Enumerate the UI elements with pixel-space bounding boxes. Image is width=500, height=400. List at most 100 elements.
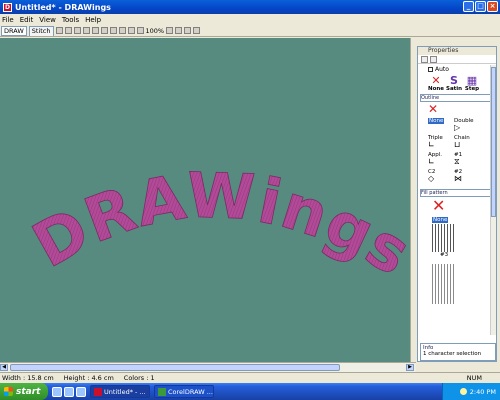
menu-file[interactable]: File: [2, 16, 14, 24]
maximize-button[interactable]: □: [475, 1, 486, 12]
panel-scrollbar[interactable]: [490, 65, 496, 335]
grid-icon[interactable]: [175, 27, 183, 34]
menu-view[interactable]: View: [39, 16, 56, 24]
tab-stitch[interactable]: Stitch: [28, 25, 54, 36]
triple-icon: ∟: [428, 140, 435, 149]
minimize-button[interactable]: _: [463, 1, 474, 12]
rotate-icon[interactable]: [166, 27, 174, 34]
scroll-thumb[interactable]: [10, 364, 340, 371]
vertical-ruler: [410, 38, 416, 362]
undo-icon[interactable]: [82, 27, 90, 34]
window-controls: _ □ ×: [463, 1, 498, 12]
coreldraw-task-icon: [158, 387, 166, 396]
clock[interactable]: 2:40 PM: [470, 388, 496, 396]
show-desktop-icon[interactable]: [52, 386, 62, 397]
taskbar: start Untitled* - ... CorelDRAW ... 2:40…: [0, 383, 500, 400]
outline-1[interactable]: #1 ⧖: [454, 152, 478, 168]
help-icon[interactable]: [193, 27, 201, 34]
taskbar-item-drawings[interactable]: Untitled* - ...: [90, 385, 150, 398]
menu-tools[interactable]: Tools: [62, 16, 79, 24]
stitch-none-button[interactable]: ✕ None: [428, 75, 444, 92]
fill-item-label: #3: [440, 252, 449, 258]
drawings-task-icon: [94, 387, 102, 396]
horizontal-scrollbar[interactable]: ◀ ▶: [0, 362, 416, 372]
status-colors: Colors : 1: [123, 374, 155, 382]
outline-chain[interactable]: Chain ⊔: [454, 135, 478, 151]
option-label: None: [428, 118, 445, 124]
fill-pattern-swatch-2[interactable]: [432, 264, 454, 304]
auto-checkbox[interactable]: [428, 67, 433, 72]
chain-icon: ⊔: [454, 140, 461, 149]
stitch-step-button[interactable]: ▦ Step: [464, 75, 480, 92]
quick-launch: [52, 386, 86, 397]
palette-icon[interactable]: [109, 27, 117, 34]
outline-options: None Double ▷ Triple ∟ Chain ⊔ Appl. ∟ #1 ⧖ C…: [418, 116, 496, 187]
c2-icon: ◇: [428, 174, 435, 183]
embroidery-design: DRAWings: [20, 158, 410, 290]
stitch-label: None: [428, 86, 445, 92]
info-text: 1 character selection: [423, 351, 482, 357]
menu-edit[interactable]: Edit: [20, 16, 34, 24]
window-title: Untitled* - DRAWings: [15, 2, 111, 12]
stitch-satin-button[interactable]: S Satin: [446, 75, 462, 92]
select-icon[interactable]: [100, 27, 108, 34]
outline-c2[interactable]: C2 ◇: [428, 169, 452, 185]
start-button[interactable]: start: [0, 383, 48, 400]
scroll-left-arrow[interactable]: ◀: [0, 364, 8, 371]
status-width: Width : 15.8 cm: [2, 374, 54, 382]
system-tray: 2:40 PM: [442, 383, 500, 400]
outline-section: Outline: [420, 94, 494, 102]
step-icon: ▦: [466, 74, 478, 87]
close-button[interactable]: ×: [487, 1, 498, 12]
fill-pattern-swatch[interactable]: [432, 224, 454, 252]
outline-appl[interactable]: Appl. ∟: [428, 152, 452, 168]
outline-2[interactable]: #2 ⋈: [454, 169, 478, 185]
pattern2-icon: ⋈: [454, 174, 462, 183]
tab-draw[interactable]: DRAW: [1, 25, 27, 36]
tray-icon[interactable]: [459, 388, 467, 395]
applique-icon: ∟: [428, 157, 435, 166]
properties-panel: Properties Auto ✕ None S Satin ▦ Step Ou…: [417, 46, 497, 362]
zoom-level[interactable]: 100%: [146, 27, 165, 35]
design-canvas[interactable]: DRAWings: [0, 38, 410, 362]
satin-icon: S: [450, 74, 458, 87]
panel-tab-objects[interactable]: [430, 56, 437, 63]
taskbar-item-coreldraw[interactable]: CorelDRAW ...: [154, 385, 214, 398]
auto-label: Auto: [435, 66, 449, 73]
redo-icon[interactable]: [91, 27, 99, 34]
hoop-icon[interactable]: [184, 27, 192, 34]
menu-bar: File Edit View Tools Help: [0, 14, 500, 25]
panel-tab-properties[interactable]: [421, 56, 428, 63]
media-player-icon[interactable]: [76, 386, 86, 397]
outline-none[interactable]: None: [428, 118, 452, 134]
toolbar: DRAW Stitch 100%: [0, 25, 500, 37]
drawings-app-icon: D: [3, 2, 12, 12]
outline-double[interactable]: Double ▷: [454, 118, 478, 134]
zoom-out-icon[interactable]: [127, 27, 135, 34]
save-icon[interactable]: [73, 27, 81, 34]
panel-title: Properties: [418, 47, 496, 55]
pattern1-icon: ⧖: [454, 157, 460, 166]
fill-none-option[interactable]: None: [418, 215, 496, 223]
status-height: Height : 4.6 cm: [63, 374, 114, 382]
double-icon: ▷: [454, 123, 461, 132]
status-bar: Width : 15.8 cm Height : 4.6 cm Colors :…: [0, 372, 500, 383]
stitch-label: Step: [464, 86, 480, 92]
new-icon[interactable]: [55, 27, 63, 34]
panel-tabs: [418, 55, 496, 64]
x-icon: ✕: [431, 74, 441, 87]
browser-icon[interactable]: [64, 386, 74, 397]
open-icon[interactable]: [64, 27, 72, 34]
zoom-fit-icon[interactable]: [136, 27, 144, 34]
panel-scroll-thumb[interactable]: [491, 67, 496, 217]
outline-x-icon: ✕: [428, 102, 439, 116]
scroll-right-arrow[interactable]: ▶: [406, 364, 414, 371]
fill-none-label: None: [432, 217, 449, 223]
menu-help[interactable]: Help: [85, 16, 101, 24]
stitch-type-row: ✕ None S Satin ▦ Step: [418, 75, 496, 92]
task-label: Untitled* - ...: [104, 387, 146, 396]
embroidered-text[interactable]: DRAWings: [20, 158, 410, 290]
title-bar: D Untitled* - DRAWings _ □ ×: [0, 0, 500, 14]
zoom-in-icon[interactable]: [118, 27, 126, 34]
outline-triple[interactable]: Triple ∟: [428, 135, 452, 151]
